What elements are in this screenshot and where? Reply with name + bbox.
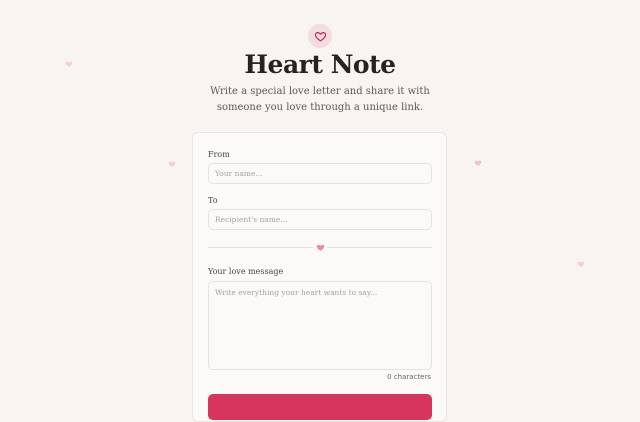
to-label: To xyxy=(208,196,218,205)
divider-right xyxy=(327,247,432,248)
floating-heart-icon xyxy=(474,159,482,167)
love-message-textarea[interactable] xyxy=(208,281,432,370)
from-label: From xyxy=(208,150,230,159)
recipient-name-input[interactable] xyxy=(208,209,432,230)
message-label: Your love message xyxy=(208,267,284,276)
heart-outline-icon xyxy=(314,31,326,41)
divider-left xyxy=(208,247,313,248)
logo-badge xyxy=(308,24,332,48)
from-name-input[interactable] xyxy=(208,163,432,184)
floating-heart-icon xyxy=(577,260,585,268)
floating-heart-icon xyxy=(168,160,176,168)
page-title: Heart Note xyxy=(244,50,396,79)
page-subtitle: Write a special love letter and share it… xyxy=(210,86,430,113)
letter-form-card: From To Your love message 0 characters xyxy=(192,132,447,422)
create-letter-button[interactable] xyxy=(208,394,432,420)
character-count: 0 characters xyxy=(387,373,431,381)
divider-heart-icon xyxy=(316,243,325,252)
